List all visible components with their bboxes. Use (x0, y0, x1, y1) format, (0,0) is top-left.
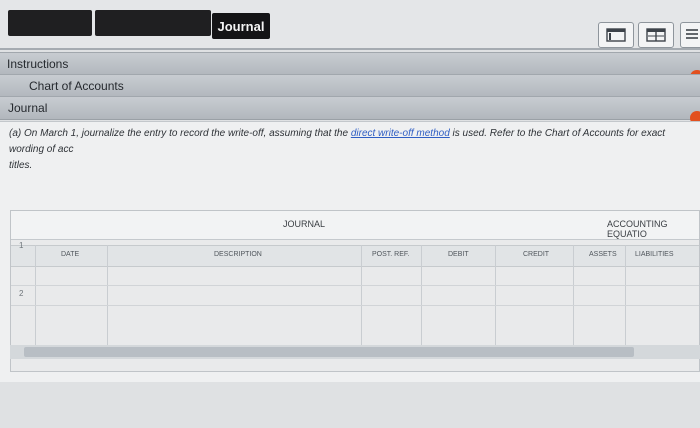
section-journal-label: Journal (8, 101, 48, 115)
row-number: 2 (19, 289, 24, 298)
question-text-part3: titles. (9, 160, 33, 171)
tab-journal-label: Journal (217, 18, 265, 34)
accounting-equation-title: ACCOUNTING EQUATIO (607, 219, 668, 239)
col-divider (361, 245, 362, 353)
view-list-button[interactable] (680, 22, 700, 48)
list-panel-icon (686, 29, 698, 39)
view-single-button[interactable] (598, 22, 634, 48)
col-divider (625, 245, 626, 353)
question-text-part1: (a) On March 1, journalize the entry to … (9, 128, 351, 139)
header-description: DESCRIPTION (214, 251, 262, 258)
top-divider (0, 48, 700, 50)
row-1-date-cell[interactable] (36, 266, 106, 285)
journal-title: JOURNAL (283, 219, 326, 229)
horizontal-scrollbar[interactable] (24, 347, 634, 357)
question-text: (a) On March 1, journalize the entry to … (9, 126, 699, 174)
col-divider (573, 245, 574, 353)
view-split-button[interactable] (638, 22, 674, 48)
header-debit: DEBIT (448, 251, 469, 258)
top-tab-bar: Journal (0, 0, 700, 48)
row-divider (11, 305, 699, 306)
row-2-description-cell[interactable] (108, 286, 360, 305)
section-instructions[interactable]: Instructions (0, 52, 700, 84)
section-chart-of-accounts[interactable]: Chart of Accounts (0, 74, 700, 98)
header-liabilities: LIABILITIES (635, 251, 674, 258)
journal-header-row: DATE DESCRIPTION POST. REF. DEBIT CREDIT… (11, 245, 699, 267)
split-panel-icon (646, 28, 666, 42)
row-number: 1 (19, 241, 24, 250)
col-divider (35, 245, 36, 353)
section-chart-of-accounts-label: Chart of Accounts (29, 79, 124, 93)
journal-title-row: JOURNAL ACCOUNTING EQUATIO (11, 211, 699, 240)
single-panel-icon (606, 28, 626, 42)
header-date: DATE (61, 251, 80, 258)
col-divider (421, 245, 422, 353)
section-instructions-label: Instructions (7, 57, 69, 71)
tab-redacted-1[interactable] (8, 10, 92, 36)
tab-journal[interactable]: Journal (212, 13, 270, 39)
tab-redacted-2[interactable] (95, 10, 211, 36)
col-divider (495, 245, 496, 353)
header-post-ref: POST. REF. (372, 251, 410, 258)
section-journal[interactable]: Journal (0, 96, 700, 125)
direct-write-off-link[interactable]: direct write-off method (351, 128, 450, 139)
header-credit: CREDIT (523, 251, 550, 258)
header-assets: ASSETS (589, 251, 617, 258)
row-1-description-cell[interactable] (108, 266, 360, 285)
